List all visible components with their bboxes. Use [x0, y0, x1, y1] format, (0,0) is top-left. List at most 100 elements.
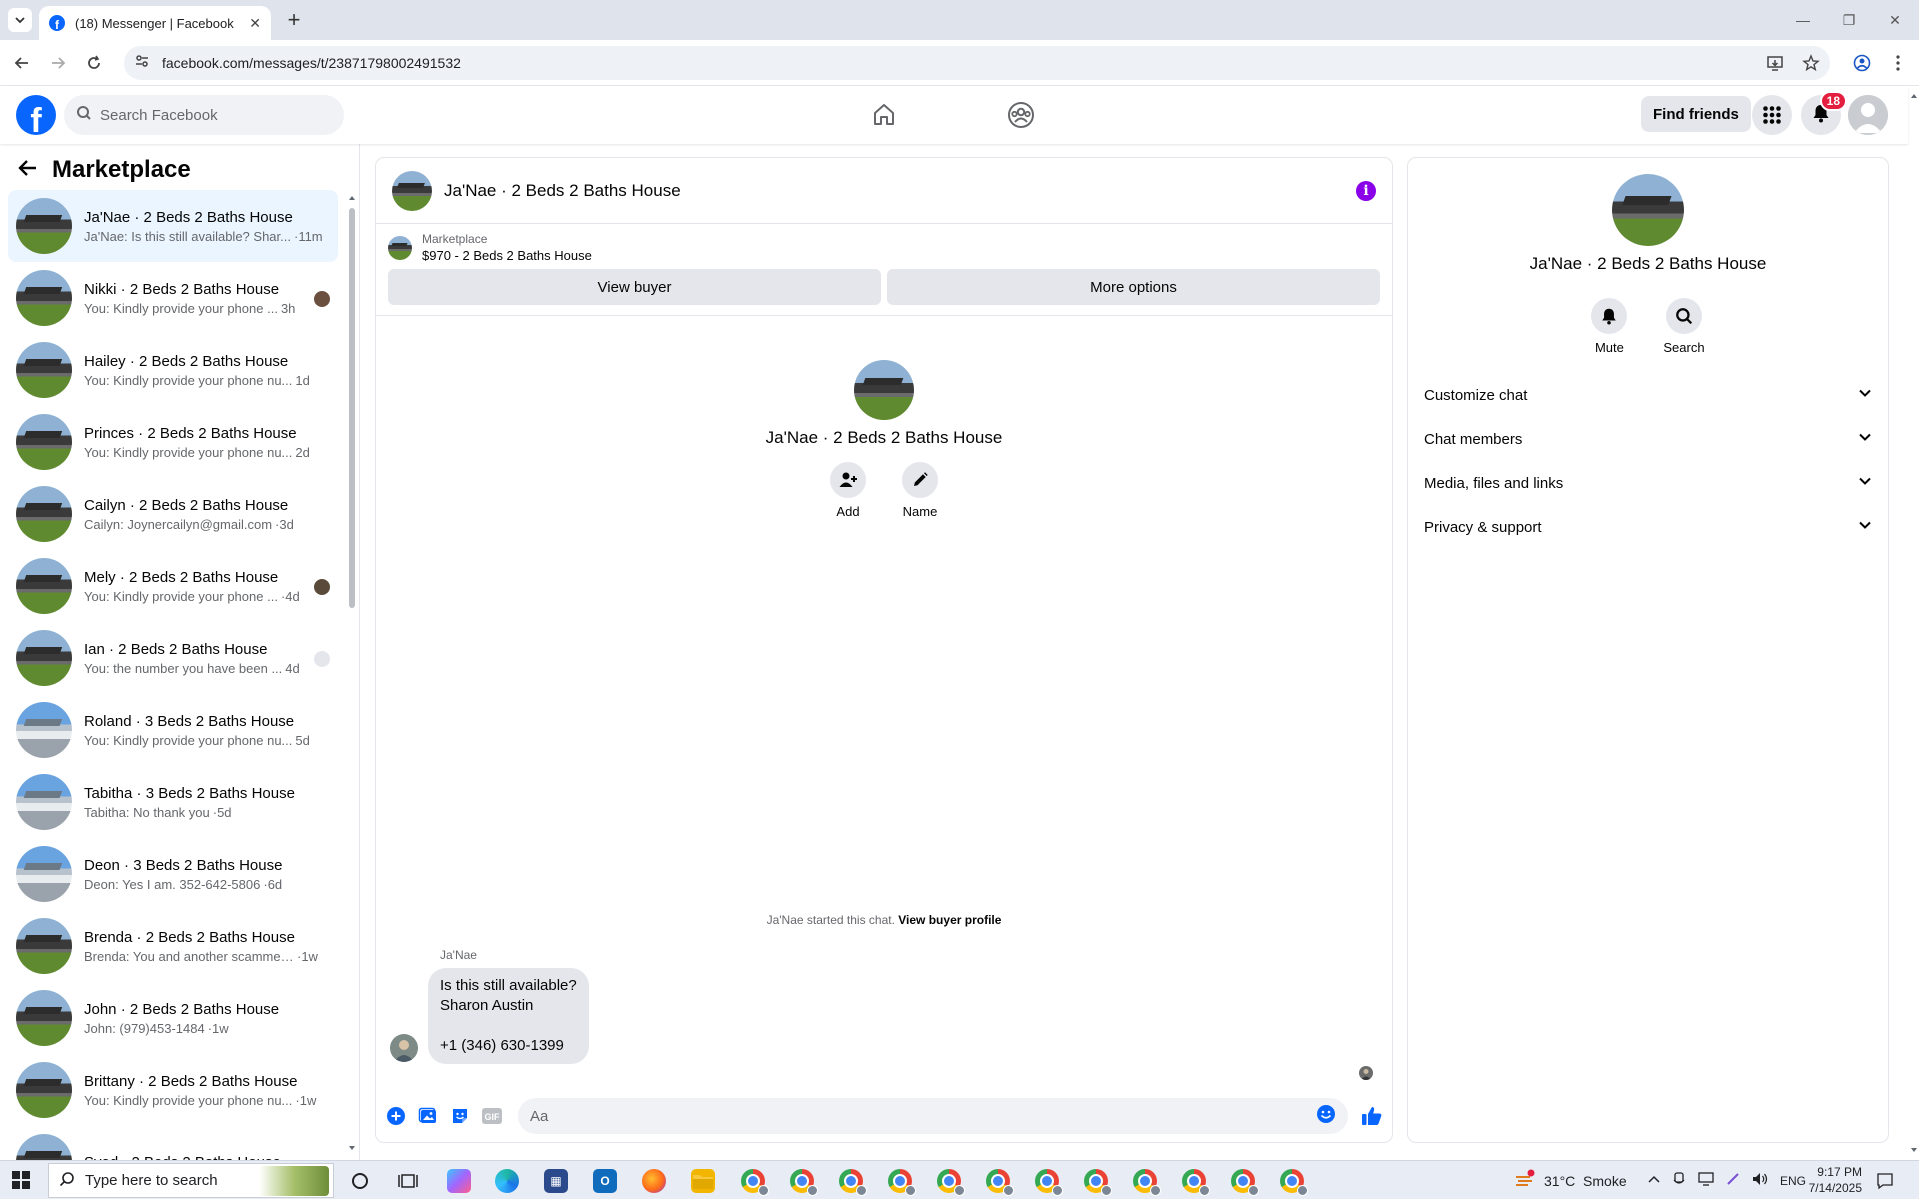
network-icon[interactable]: [1698, 1172, 1714, 1189]
gif-icon[interactable]: GIF: [480, 1104, 504, 1128]
menu-grid-icon[interactable]: [1752, 95, 1792, 135]
chrome-icon[interactable]: [790, 1169, 818, 1196]
home-icon[interactable]: [867, 98, 901, 132]
listing-thumbnail[interactable]: [388, 235, 412, 260]
task-view-icon[interactable]: [396, 1169, 420, 1193]
chat-list-item[interactable]: Nikki · 2 Beds 2 Baths House You: Kindly…: [8, 262, 338, 334]
more-options-button[interactable]: More options: [887, 269, 1380, 305]
info-section-row[interactable]: Privacy & support: [1424, 505, 1872, 549]
photo-icon[interactable]: [416, 1104, 440, 1128]
weather-widget[interactable]: 31°C Smoke: [1514, 1161, 1627, 1199]
chrome-icon[interactable]: [888, 1169, 916, 1196]
info-section-row[interactable]: Chat members: [1424, 417, 1872, 461]
browser-menu-icon[interactable]: [1886, 51, 1910, 75]
profile-icon[interactable]: [1850, 51, 1874, 75]
chat-name: Mely · 2 Beds 2 Baths House: [84, 568, 279, 586]
chat-preview-row: You: Kindly provide your phone nu... 1d: [84, 373, 330, 388]
name-chat-button[interactable]: Name: [902, 462, 938, 519]
tab-close-icon[interactable]: ✕: [249, 15, 261, 32]
facebook-search[interactable]: [64, 95, 344, 135]
notifications-button[interactable]: 18: [1801, 91, 1847, 135]
pen-icon[interactable]: [1726, 1172, 1740, 1189]
chrome-icon[interactable]: [741, 1169, 769, 1196]
site-info-icon[interactable]: [134, 53, 150, 74]
edge-icon[interactable]: [495, 1169, 519, 1193]
chat-list-item[interactable]: Mely · 2 Beds 2 Baths House You: Kindly …: [8, 550, 338, 622]
info-avatar[interactable]: [1612, 174, 1684, 246]
chrome-icon[interactable]: [937, 1169, 965, 1196]
view-buyer-button[interactable]: View buyer: [388, 269, 881, 305]
listing-price-title[interactable]: $970 - 2 Beds 2 Baths House: [422, 248, 592, 263]
info-section-row[interactable]: Customize chat: [1424, 373, 1872, 417]
plus-circle-icon[interactable]: [384, 1104, 408, 1128]
facebook-search-input[interactable]: [100, 106, 320, 124]
chat-list-item[interactable]: Roland · 3 Beds 2 Baths House You: Kindl…: [8, 694, 338, 766]
windows-start-icon[interactable]: [12, 1171, 30, 1194]
browser-tab[interactable]: f (18) Messenger | Facebook ✕: [39, 6, 271, 40]
taskbar-search[interactable]: Type here to search: [48, 1163, 334, 1198]
chrome-icon[interactable]: [1182, 1169, 1210, 1196]
chat-list-item[interactable]: Deon · 3 Beds 2 Baths House Deon: Yes I …: [8, 838, 338, 910]
view-buyer-profile-link[interactable]: View buyer profile: [898, 913, 1001, 927]
meet-now-icon[interactable]: [1672, 1172, 1686, 1189]
new-tab-icon[interactable]: +: [280, 6, 308, 34]
cortana-icon[interactable]: [348, 1169, 372, 1193]
chat-list-item[interactable]: Hailey · 2 Beds 2 Baths House You: Kindl…: [8, 334, 338, 406]
chat-list-item[interactable]: Brittany · 2 Beds 2 Baths House You: Kin…: [8, 1054, 338, 1126]
back-icon[interactable]: [10, 51, 34, 75]
install-app-icon[interactable]: [1766, 54, 1784, 77]
chat-list-item[interactable]: Tabitha · 3 Beds 2 Baths House Tabitha: …: [8, 766, 338, 838]
mute-button[interactable]: Mute: [1591, 298, 1628, 355]
file-explorer-icon[interactable]: [691, 1169, 715, 1193]
emoji-icon[interactable]: [1316, 1104, 1336, 1129]
add-people-button[interactable]: Add: [830, 462, 866, 519]
sticker-icon[interactable]: [448, 1104, 472, 1128]
copilot-icon[interactable]: [447, 1169, 471, 1193]
notification-center-icon[interactable]: [1876, 1161, 1894, 1199]
info-section-row[interactable]: Media, files and links: [1424, 461, 1872, 505]
chrome-icon[interactable]: [1084, 1169, 1112, 1196]
facebook-logo-icon[interactable]: f: [16, 95, 56, 135]
chat-list-item[interactable]: Brenda · 2 Beds 2 Baths House Brenda: Yo…: [8, 910, 338, 982]
taskbar-clock[interactable]: 9:17 PM 7/14/2025: [1786, 1164, 1862, 1196]
chat-list-item[interactable]: John · 2 Beds 2 Baths House John: (979)4…: [8, 982, 338, 1054]
back-arrow-icon[interactable]: [18, 158, 38, 183]
chrome-icon[interactable]: [839, 1169, 867, 1196]
conversation-avatar[interactable]: [392, 170, 432, 211]
message-input-box[interactable]: [518, 1098, 1348, 1134]
chat-list-item[interactable]: Cailyn · 2 Beds 2 Baths House Cailyn: Jo…: [8, 478, 338, 550]
close-window-icon[interactable]: ✕: [1872, 0, 1918, 40]
tab-search-dropdown-icon[interactable]: [8, 8, 32, 32]
groups-icon[interactable]: [1004, 98, 1038, 132]
reload-icon[interactable]: [82, 51, 106, 75]
chevron-up-icon[interactable]: [1648, 1173, 1660, 1189]
find-friends-button[interactable]: Find friends: [1641, 96, 1751, 132]
page-scrollbar[interactable]: [1908, 86, 1919, 1160]
message-input[interactable]: [530, 1107, 1316, 1125]
outlook-icon[interactable]: O: [593, 1169, 617, 1193]
forward-icon[interactable]: [46, 51, 70, 75]
chat-list-scrollbar[interactable]: [348, 194, 356, 1154]
store-icon[interactable]: ▦: [544, 1169, 568, 1193]
info-icon[interactable]: i: [1356, 180, 1376, 201]
chrome-icon[interactable]: [1231, 1169, 1259, 1196]
chat-list-item[interactable]: Princes · 2 Beds 2 Baths House You: Kind…: [8, 406, 338, 478]
search-in-conversation-button[interactable]: Search: [1663, 298, 1705, 355]
account-avatar[interactable]: [1848, 95, 1888, 135]
chrome-icon[interactable]: [986, 1169, 1014, 1196]
conversation-title[interactable]: Ja'Nae · 2 Beds 2 Baths House: [444, 181, 1344, 201]
chat-list-item[interactable]: Ja'Nae · 2 Beds 2 Baths House Ja'Nae: Is…: [8, 190, 338, 262]
restore-icon[interactable]: ❐: [1826, 0, 1872, 40]
chrome-icon[interactable]: [1133, 1169, 1161, 1196]
sender-avatar[interactable]: [390, 1034, 418, 1062]
chat-list-item[interactable]: Ian · 2 Beds 2 Baths House You: the numb…: [8, 622, 338, 694]
firefox-icon[interactable]: [642, 1169, 666, 1193]
chrome-icon[interactable]: [1035, 1169, 1063, 1196]
address-bar[interactable]: facebook.com/messages/t/2387179800249153…: [124, 46, 1830, 80]
chrome-icon[interactable]: [1280, 1169, 1308, 1196]
thumbs-up-icon[interactable]: [1360, 1104, 1384, 1128]
minimize-icon[interactable]: —: [1780, 0, 1826, 40]
message-bubble[interactable]: Is this still available? Sharon Austin +1 …: [428, 968, 589, 1064]
bookmark-star-icon[interactable]: [1802, 54, 1820, 77]
volume-icon[interactable]: [1752, 1172, 1768, 1189]
